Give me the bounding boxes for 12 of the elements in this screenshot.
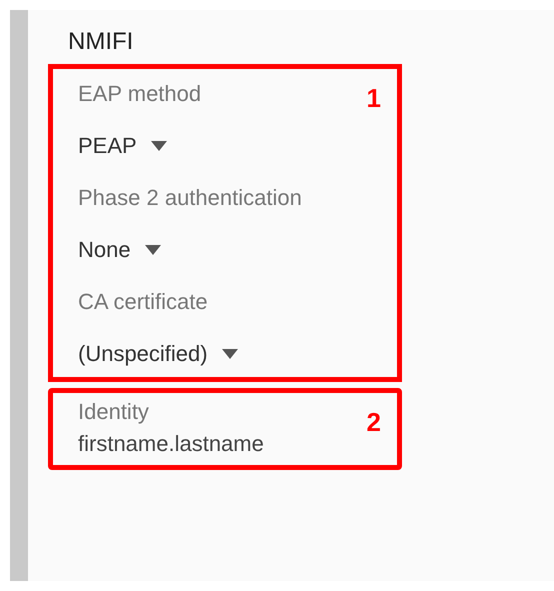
annotation-number: 1 [366,83,381,114]
caret-icon [222,349,238,359]
caret-icon [150,141,167,151]
network-title: NMIFI [68,28,134,57]
field-label: Phase 2 authentication [78,185,302,211]
field-label: Identity [78,399,149,425]
field-label: CA certificate [78,289,208,315]
field-label: EAP method [78,81,202,107]
caret-icon [144,245,161,255]
dropdown[interactable]: (Unspecified) [78,341,238,367]
dropdown[interactable]: None [78,237,161,263]
dropdown[interactable]: PEAP [78,133,167,159]
